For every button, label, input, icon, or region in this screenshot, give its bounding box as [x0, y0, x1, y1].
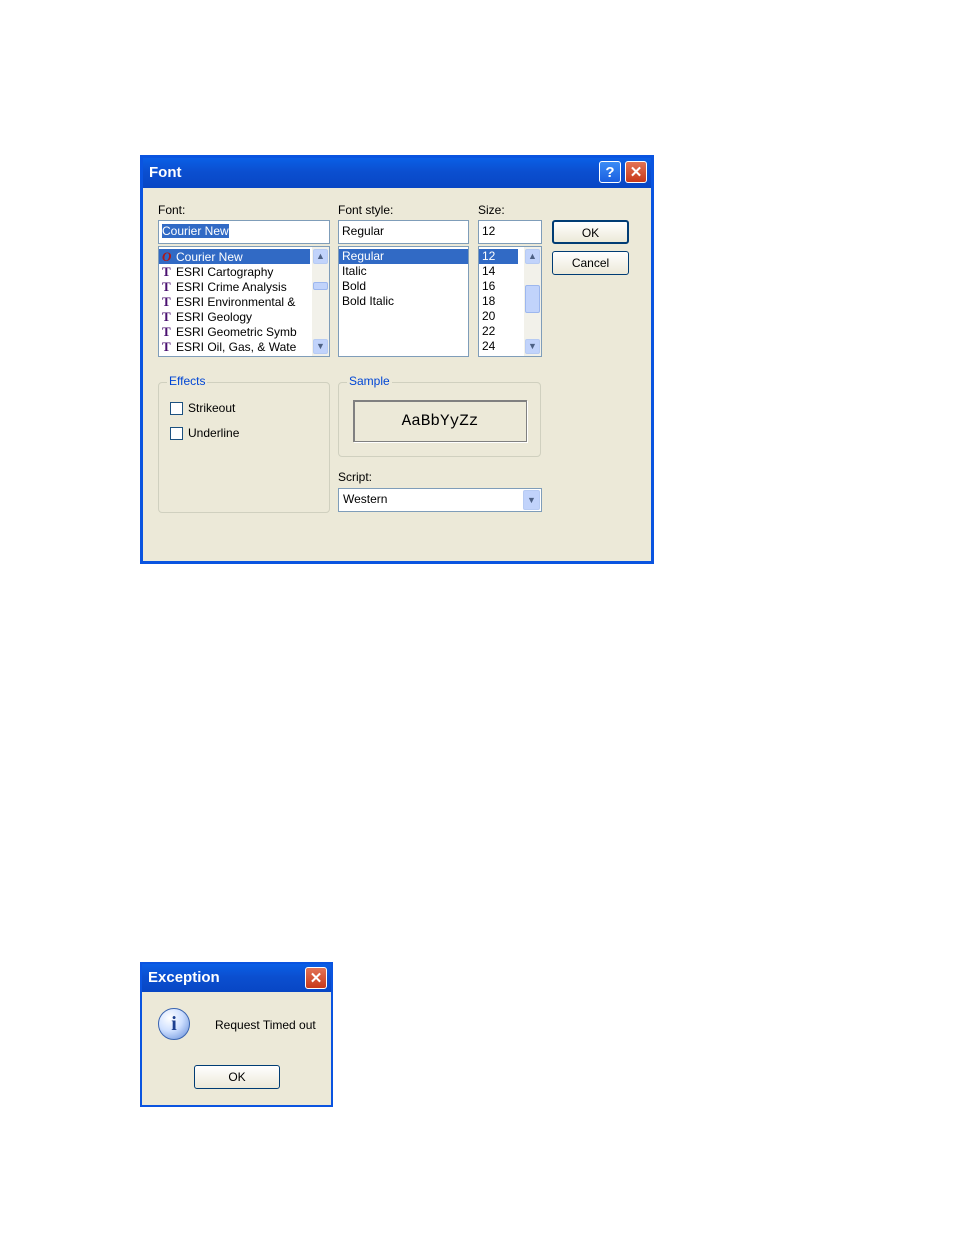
font-style-item[interactable]: Bold Italic [339, 294, 468, 309]
font-style-item[interactable]: Regular [339, 249, 468, 264]
font-list[interactable]: O Courier New T ESRI Cartography T ESRI Crime… [158, 246, 330, 357]
truetype-icon: T [162, 294, 171, 309]
font-list-item[interactable]: T ESRI Environmental & [159, 294, 310, 309]
exception-dialog: Exception ✕ i Request Timed out OK [140, 962, 333, 1107]
size-list-scrollbar[interactable]: ▲ ▼ [524, 247, 541, 356]
opentype-icon: O [162, 249, 172, 264]
exception-titlebar[interactable]: Exception ✕ [142, 964, 331, 992]
font-dialog-title: Font [149, 164, 182, 181]
font-list-item[interactable]: T ESRI Geology [159, 309, 310, 324]
font-style-label: Font style: [338, 203, 394, 217]
size-item[interactable]: 12 [479, 249, 518, 264]
truetype-icon: T [162, 264, 171, 279]
close-icon: ✕ [629, 164, 643, 181]
exception-title: Exception [148, 969, 220, 986]
font-list-item-label: Courier New [176, 250, 243, 264]
strikeout-label[interactable]: Strikeout [188, 401, 235, 415]
font-style-list[interactable]: Regular Italic Bold Bold Italic [338, 246, 469, 357]
question-icon: ? [605, 164, 615, 181]
font-list-item-label: ESRI Oil, Gas, & Wate [176, 340, 297, 354]
font-list-item[interactable]: T ESRI Cartography [159, 264, 310, 279]
font-dialog: Font ? ✕ Font: Courier New O Courier New T… [140, 155, 654, 564]
truetype-icon: T [162, 309, 171, 324]
font-style-item[interactable]: Italic [339, 264, 468, 279]
font-style-item[interactable]: Bold [339, 279, 468, 294]
scroll-thumb[interactable] [525, 285, 540, 313]
scroll-down-icon[interactable]: ▼ [313, 339, 328, 354]
size-item[interactable]: 16 [479, 279, 518, 294]
size-item[interactable]: 22 [479, 324, 518, 339]
font-list-item[interactable]: T ESRI Crime Analysis [159, 279, 310, 294]
sample-text: AaBbYyZz [401, 412, 479, 430]
script-label: Script: [338, 470, 373, 484]
sample-title: Sample [347, 374, 392, 388]
font-list-item-label: ESRI Crime Analysis [176, 280, 287, 294]
font-list-item[interactable]: T ESRI Oil, Gas, & Wate [159, 339, 310, 354]
size-label: Size: [478, 203, 505, 217]
exception-ok-button[interactable]: OK [194, 1065, 280, 1089]
font-list-item-label: ESRI Cartography [176, 265, 274, 279]
font-list-item-label: ESRI Geometric Symb [176, 325, 297, 339]
underline-checkbox[interactable] [170, 427, 183, 440]
truetype-icon: T [162, 279, 171, 294]
font-label: Font: [158, 203, 186, 217]
size-item[interactable]: 24 [479, 339, 518, 354]
close-button[interactable]: ✕ [625, 161, 647, 183]
size-item[interactable]: 18 [479, 294, 518, 309]
effects-title: Effects [167, 374, 208, 388]
truetype-icon: T [162, 339, 171, 354]
scroll-up-icon[interactable]: ▲ [525, 249, 540, 264]
font-list-item-label: ESRI Geology [176, 310, 253, 324]
close-button[interactable]: ✕ [305, 967, 327, 989]
info-glyph: i [171, 1013, 177, 1035]
underline-label[interactable]: Underline [188, 426, 239, 440]
size-item[interactable]: 14 [479, 264, 518, 279]
effects-group [158, 382, 330, 513]
chevron-down-icon[interactable]: ▼ [523, 490, 540, 510]
font-list-item[interactable]: T ESRI Geometric Symb [159, 324, 310, 339]
ok-button[interactable]: OK [552, 220, 629, 244]
font-style-input[interactable]: Regular [338, 220, 469, 244]
scroll-thumb[interactable] [313, 282, 328, 290]
size-item[interactable]: 20 [479, 309, 518, 324]
font-list-scrollbar[interactable]: ▲ ▼ [312, 247, 329, 356]
info-icon: i [158, 1008, 190, 1040]
scroll-down-icon[interactable]: ▼ [525, 339, 540, 354]
font-list-item[interactable]: O Courier New [159, 249, 310, 264]
font-dialog-titlebar[interactable]: Font ? ✕ [143, 158, 651, 188]
truetype-icon: T [162, 324, 171, 339]
sample-preview: AaBbYyZz [353, 400, 527, 442]
script-value: Western [343, 492, 388, 506]
help-button[interactable]: ? [599, 161, 621, 183]
exception-message: Request Timed out [215, 1018, 316, 1032]
cancel-button[interactable]: Cancel [552, 251, 629, 275]
font-name-input[interactable]: Courier New [158, 220, 330, 244]
close-icon: ✕ [309, 970, 323, 987]
font-name-value: Courier New [162, 224, 229, 238]
font-list-item-label: ESRI Environmental & [176, 295, 296, 309]
script-select[interactable]: Western ▼ [338, 488, 542, 512]
scroll-up-icon[interactable]: ▲ [313, 249, 328, 264]
strikeout-checkbox[interactable] [170, 402, 183, 415]
size-input[interactable]: 12 [478, 220, 542, 244]
size-list[interactable]: 12 14 16 18 20 22 24 ▲ ▼ [478, 246, 542, 357]
